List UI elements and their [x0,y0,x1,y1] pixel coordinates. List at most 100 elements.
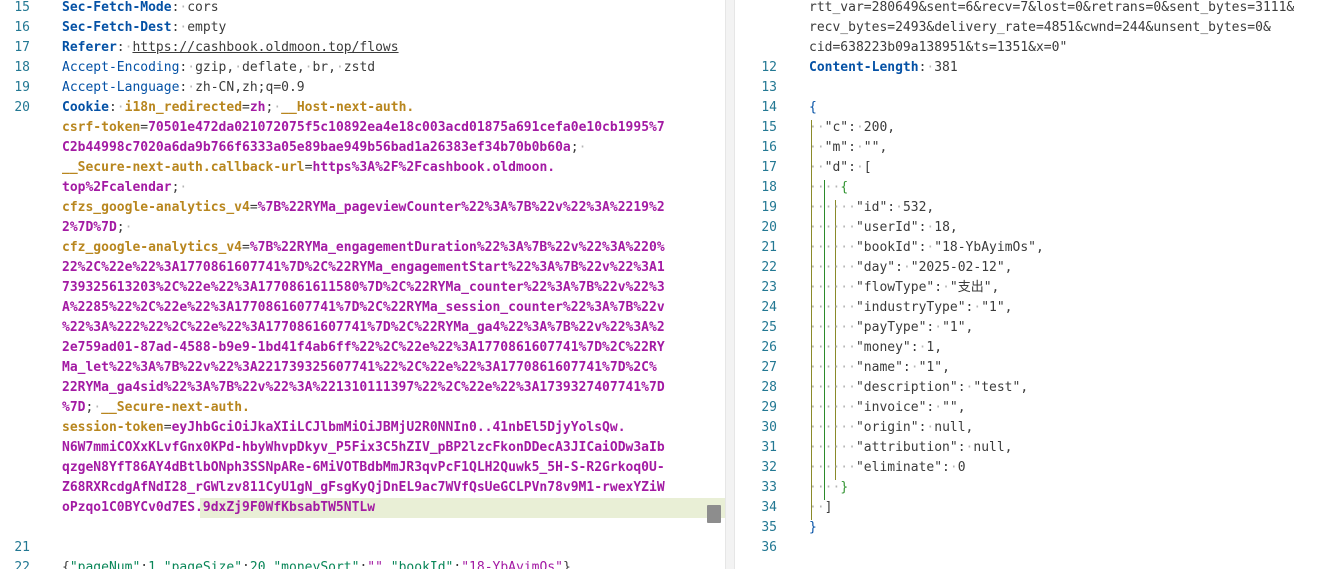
token: } [562,560,571,569]
token: Ma_let%22%3A%7B%22v%22%3A221739325607741… [62,360,657,375]
code-line[interactable]: 32 ······"eliminate":·0 [735,458,1338,478]
code-text: ······"description":·"test", [809,378,1028,398]
token: ; [570,140,579,155]
code-line[interactable] [0,518,725,538]
token: ···· [809,180,841,195]
code-line[interactable]: Ma_let%22%3A%7B%22v%22%3A221739325607741… [0,358,725,378]
code-line[interactable]: 21 ······"bookId":·"18-YbAyimOs", [735,238,1338,258]
token: "1", [981,300,1013,315]
token: 200, [863,120,896,135]
code-line[interactable]: 21 [0,538,725,558]
token: gzip, [195,60,235,75]
token: = [140,120,149,135]
code-line[interactable]: 15 Sec-Fetch-Mode:·cors [0,0,725,18]
code-text: { [809,98,817,118]
request-editor-pane[interactable]: 15 Sec-Fetch-Mode:·cors 16 Sec-Fetch-Dest:·… [0,0,725,569]
code-text: top%2Fcalendar;· [62,178,187,198]
code-line[interactable]: 31 ······"attribution":·null, [735,438,1338,458]
code-line[interactable]: 22RYMa_ga4sid%22%3A%7B%22v%22%3A%2213101… [0,378,725,398]
code-line[interactable]: csrf-token=70501e472da021072075f5c10892e… [0,118,725,138]
code-line[interactable]: 16 ··"m":·"", [735,138,1338,158]
code-line[interactable]: 34 ··] [735,498,1338,518]
code-line[interactable]: 18 Accept-Encoding:·gzip,·deflate,·br,·zs… [0,58,725,78]
line-number: 35 [761,520,777,535]
code-line[interactable]: 14 { [735,98,1338,118]
code-line[interactable]: 2e759ad01-87ad-4588-b9e9-1bd41f4ab6ff%22… [0,338,725,358]
code-line[interactable]: 22%2C%22e%22%3A1770861607741%7D%2C%22RYM… [0,258,725,278]
line-number: 18 [14,60,30,75]
token: ······ [809,460,856,475]
token: empty [187,20,227,35]
code-line[interactable]: 28 ······"description":·"test", [735,378,1338,398]
token: 70501e472da021072075f5c10892ea4e18c003ac… [148,120,665,135]
scrollbar-thumb[interactable] [707,505,721,523]
code-text: ··"c":·200, [809,118,895,138]
token: "bookId": [855,240,927,255]
token: "invoice": [855,400,935,415]
token: · [855,120,864,135]
code-line[interactable]: 20 ······"userId":·18, [735,218,1338,238]
code-line[interactable]: top%2Fcalendar;· [0,178,725,198]
token: ······ [809,220,856,235]
token: ·· [809,500,825,515]
code-line[interactable]: %22%3A%222%22%2C%22e%22%3A1770861607741%… [0,318,725,338]
line-number: 22 [761,260,777,275]
code-line[interactable]: 739325613203%2C%22e%22%3A1770861611580%7… [0,278,725,298]
code-line[interactable]: 33 ····} [735,478,1338,498]
token: ······ [809,280,856,295]
code-line[interactable]: 22 ······"day":·"2025-02-12", [735,258,1338,278]
token: cfz_google-analytics_v4 [62,240,243,255]
code-line[interactable]: 13 [735,78,1338,98]
token: · [187,60,196,75]
code-line[interactable]: A%2285%22%2C%22e%22%3A1770861607741%7D%2… [0,298,725,318]
token: : [242,560,250,569]
code-line[interactable]: N6W7mmiCOXxKLvfGnx0KPd-hbyWhvpDkyv_P5Fix… [0,438,725,458]
code-line[interactable]: 25 ······"payType":·"1", [735,318,1338,338]
code-line[interactable]: 26 ······"money":·1, [735,338,1338,358]
pane-divider[interactable] [725,0,735,569]
code-line[interactable]: 19 ······"id":·532, [735,198,1338,218]
code-line[interactable]: cid=638223b09a138951&ts=1351&x=0" [735,38,1338,58]
code-line[interactable]: oPzqo1C0BYCv0d7ES.9dxZj9F0WfKbsabTW5NTLw [0,498,725,518]
token: "name": [855,360,911,375]
code-text: __Secure-next-auth.callback-url=https%3A… [62,158,555,178]
code-line[interactable]: cfzs_google-analytics_v4=%7B%22RYMa_page… [0,198,725,218]
code-line[interactable]: 18 ····{ [735,178,1338,198]
code-line[interactable]: rtt_var=280649&sent=6&recv=7&lost=0&retr… [735,0,1338,18]
code-line[interactable]: %7D;·__Secure-next-auth. [0,398,725,418]
code-line[interactable]: 30 ······"origin":·null, [735,418,1338,438]
code-line[interactable]: Z68RXRcdgAfNdI28_rGWlzv811CyU1gN_gFsgKyQ… [0,478,725,498]
code-line[interactable]: __Secure-next-auth.callback-url=https%3A… [0,158,725,178]
code-line[interactable]: 16 Sec-Fetch-Dest:·empty [0,18,725,38]
code-line[interactable]: 36 [735,538,1338,558]
code-line[interactable]: recv_bytes=2493&delivery_rate=4851&cwnd=… [735,18,1338,38]
code-line[interactable]: 35} [735,518,1338,538]
code-text: ······"day":·"2025-02-12", [809,258,1013,278]
token: "d": [824,160,856,175]
code-line[interactable]: 23 ······"flowType":·"支出", [735,278,1338,298]
token: 22RYMa_ga4sid%22%3A%7B%22v%22%3A%2213101… [62,380,665,395]
code-text: 22RYMa_ga4sid%22%3A%7B%22v%22%3A%2213101… [62,378,665,398]
code-line[interactable]: C2b44998c7020a6da9b766f6333a05e89bae949b… [0,138,725,158]
code-line[interactable]: qzgeN8YfT86AY4dBtlbONph3SSNpARe-6MiVOTBd… [0,458,725,478]
token: "18-YbAyimOs", [934,240,1044,255]
code-line[interactable]: 12 Content-Length:·381 [735,58,1338,78]
token: { [62,560,70,569]
response-editor-pane[interactable]: rtt_var=280649&sent=6&recv=7&lost=0&retr… [735,0,1338,569]
code-line[interactable]: 2%7D%7D;· [0,218,725,238]
code-line[interactable]: 20 Cookie:·i18n_redirected=zh;·__Host-nex… [0,98,725,118]
token: ·· [809,120,825,135]
line-number: 30 [761,420,777,435]
code-line[interactable]: 22 {"pageNum":1,"pageSize":20,"moneySort"… [0,558,725,569]
code-line[interactable]: 24 ······"industryType":·"1", [735,298,1338,318]
code-line[interactable]: 17 ··"d":·[ [735,158,1338,178]
code-line[interactable]: 15 ··"c":·200, [735,118,1338,138]
code-line[interactable]: 17 Referer:·https://cashbook.oldmoon.top/… [0,38,725,58]
token: "money": [855,340,919,355]
code-line[interactable]: 27 ······"name":·"1", [735,358,1338,378]
code-line[interactable]: cfz_google-analytics_v4=%7B%22RYMa_engag… [0,238,725,258]
token: Accept-Encoding [62,60,180,75]
code-line[interactable]: 19 Accept-Language:·zh-CN,zh;q=0.9 [0,78,725,98]
code-line[interactable]: 29 ······"invoice":·"", [735,398,1338,418]
code-line[interactable]: session-token=eyJhbGciOiJkaXIiLCJlbmMiOi… [0,418,725,438]
